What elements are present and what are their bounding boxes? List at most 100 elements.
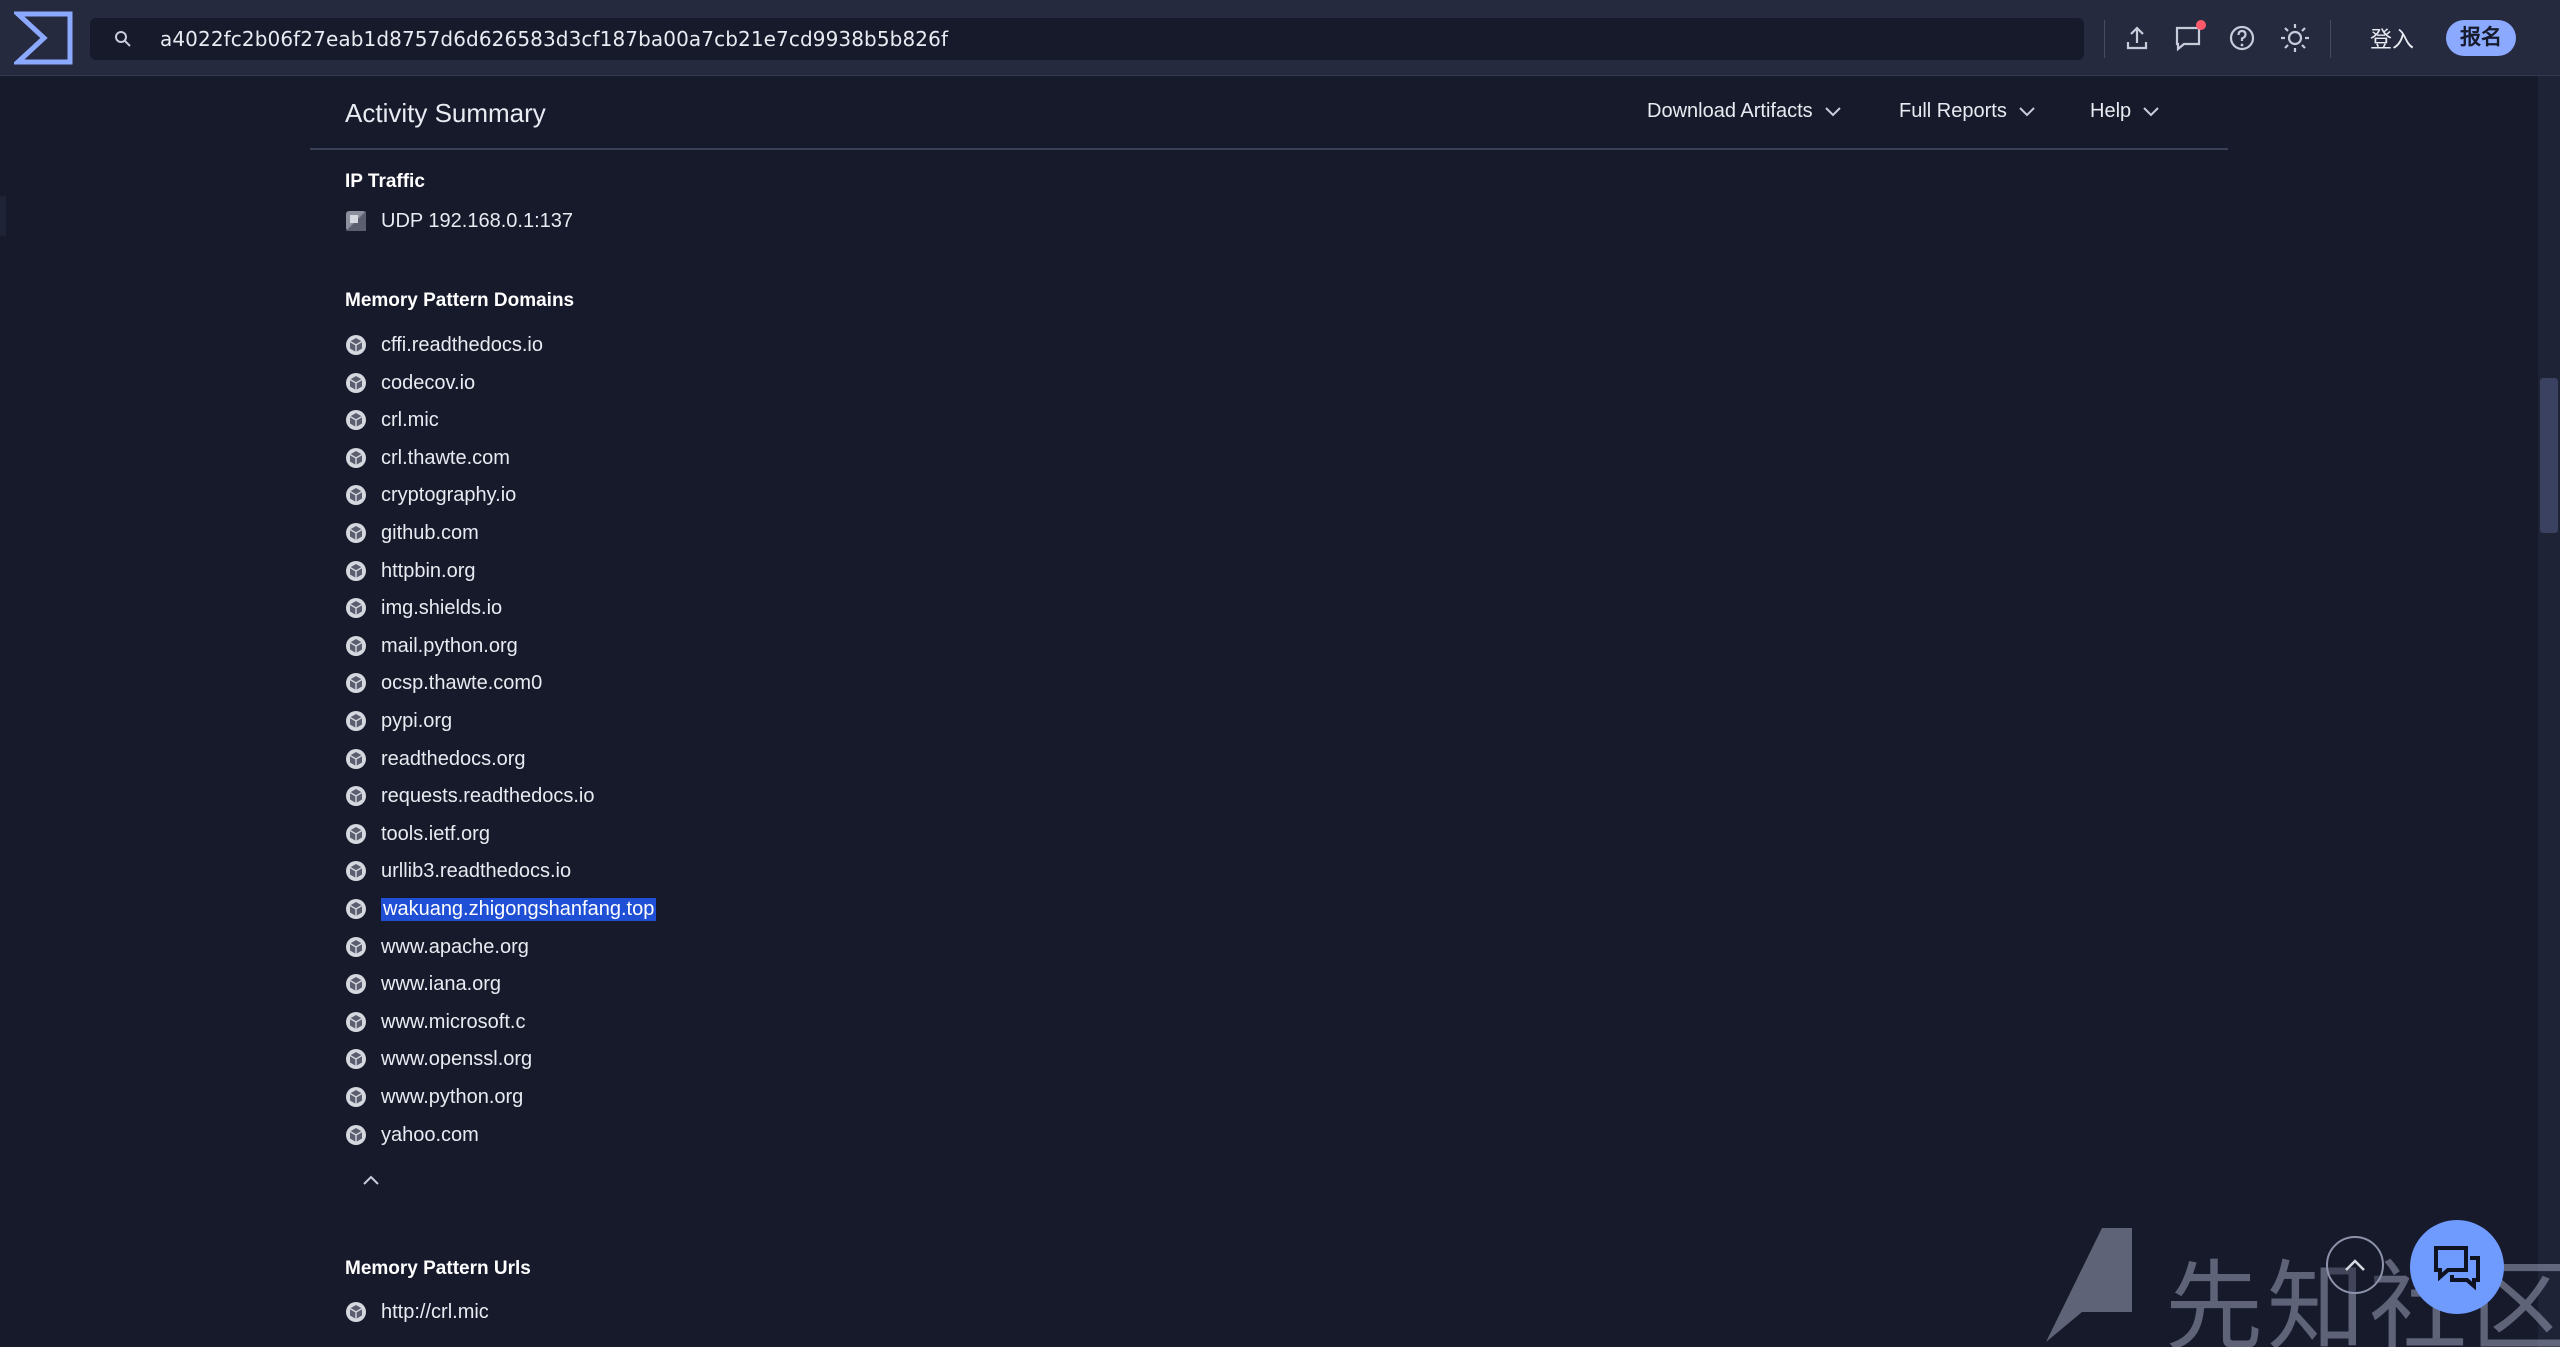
domain-icon: [345, 372, 367, 394]
domain-name: www.apache.org: [381, 935, 529, 958]
comment-icon[interactable]: [2172, 20, 2206, 54]
domain-icon: [345, 823, 367, 845]
domain-icon: [345, 710, 367, 732]
domain-list-item[interactable]: www.python.org: [345, 1082, 523, 1112]
signup-button[interactable]: 报名: [2446, 20, 2516, 56]
memory-pattern-urls-heading: Memory Pattern Urls: [345, 1258, 531, 1279]
domain-icon: [345, 635, 367, 657]
domain-name: www.python.org: [381, 1085, 524, 1108]
help-menu[interactable]: Help: [2090, 100, 2159, 123]
domain-list-item[interactable]: yahoo.com: [345, 1120, 479, 1150]
collapse-chevron-up-icon[interactable]: [362, 1174, 380, 1186]
domain-list-item[interactable]: httpbin.org: [345, 556, 476, 586]
chat-button[interactable]: [2410, 1220, 2504, 1314]
domain-icon: [345, 447, 367, 469]
domain-list-item[interactable]: readthedocs.org: [345, 744, 526, 774]
domain-icon: [345, 1011, 367, 1033]
full-reports-label: Full Reports: [1899, 100, 2007, 122]
url-value: http://crl.mic: [381, 1300, 489, 1323]
domain-name: ocsp.thawte.com0: [381, 671, 543, 694]
domain-icon: [345, 484, 367, 506]
domain-icon: [345, 785, 367, 807]
domain-list-item[interactable]: github.com: [345, 518, 479, 548]
chat-icon: [2434, 1246, 2480, 1291]
domain-name: codecov.io: [381, 371, 476, 394]
domain-icon: [345, 409, 367, 431]
domain-list-item[interactable]: img.shields.io: [345, 593, 502, 623]
page: a4022fc2b06f27eab1d8757d6d626583d3cf187b…: [0, 0, 2560, 1347]
toolbar-divider: [2330, 20, 2331, 58]
domain-name: wakuang.zhigongshanfang.top: [381, 897, 657, 921]
chevron-up-icon: [2345, 1259, 2365, 1271]
login-link[interactable]: 登入: [2370, 22, 2414, 54]
domain-icon: [345, 748, 367, 770]
help-label: Help: [2090, 100, 2132, 122]
list-item[interactable]: http://crl.mic: [345, 1297, 489, 1327]
domain-name: crl.mic: [381, 408, 439, 431]
domain-icon: [345, 560, 367, 582]
search-bar[interactable]: a4022fc2b06f27eab1d8757d6d626583d3cf187b…: [90, 18, 2084, 60]
domain-name: www.microsoft.c: [381, 1010, 526, 1033]
page-title: Activity Summary: [345, 98, 546, 128]
domain-list-item[interactable]: cffi.readthedocs.io: [345, 330, 543, 360]
ip-traffic-heading: IP Traffic: [345, 171, 425, 192]
domain-name: www.iana.org: [381, 972, 502, 995]
domain-name: yahoo.com: [381, 1123, 479, 1146]
domain-list-item[interactable]: www.microsoft.c: [345, 1007, 525, 1037]
left-edge-handle: [0, 196, 6, 236]
domain-name: crl.thawte.com: [381, 446, 510, 469]
scroll-to-top-button[interactable]: [2326, 1236, 2384, 1294]
domain-list-item[interactable]: urllib3.readthedocs.io: [345, 856, 571, 886]
domain-name: readthedocs.org: [381, 747, 526, 770]
domain-list-item[interactable]: crl.mic: [345, 405, 439, 435]
chevron-down-icon: [1824, 107, 1841, 117]
domain-name: cffi.readthedocs.io: [381, 333, 543, 356]
domain-list-item[interactable]: pypi.org: [345, 706, 452, 736]
top-bar: a4022fc2b06f27eab1d8757d6d626583d3cf187b…: [0, 0, 2560, 76]
scrollbar-thumb[interactable]: [2540, 378, 2558, 533]
domain-list-item[interactable]: requests.readthedocs.io: [345, 781, 594, 811]
domain-list-item[interactable]: codecov.io: [345, 368, 475, 398]
domain-name: requests.readthedocs.io: [381, 784, 595, 807]
upload-icon[interactable]: [2121, 22, 2153, 54]
domain-name: cryptography.io: [381, 483, 517, 506]
domain-name: github.com: [381, 521, 479, 544]
domain-icon: [345, 860, 367, 882]
domain-icon: [345, 1048, 367, 1070]
list-item[interactable]: UDP 192.168.0.1:137: [345, 206, 573, 236]
logo-icon[interactable]: [11, 10, 74, 66]
domain-name: img.shields.io: [381, 596, 503, 619]
help-icon[interactable]: [2226, 22, 2258, 54]
domain-icon: [345, 898, 367, 920]
domain-list-item[interactable]: ocsp.thawte.com0: [345, 668, 542, 698]
domain-list-item[interactable]: www.apache.org: [345, 932, 529, 962]
domain-name: urllib3.readthedocs.io: [381, 859, 572, 882]
domain-icon: [345, 1301, 367, 1323]
domain-icon: [345, 334, 367, 356]
scrollbar-track[interactable]: [2538, 76, 2560, 1347]
theme-sun-icon[interactable]: [2279, 22, 2311, 54]
search-icon: [114, 30, 132, 48]
download-artifacts-menu[interactable]: Download Artifacts: [1647, 100, 1841, 123]
domain-name: httpbin.org: [381, 559, 476, 582]
domain-icon: [345, 597, 367, 619]
domain-list-item[interactable]: mail.python.org: [345, 631, 518, 661]
search-input[interactable]: a4022fc2b06f27eab1d8757d6d626583d3cf187b…: [160, 27, 948, 51]
domain-icon: [345, 1124, 367, 1146]
domain-list-item[interactable]: tools.ietf.org: [345, 819, 490, 849]
domain-name: pypi.org: [381, 709, 453, 732]
domain-list-item[interactable]: cryptography.io: [345, 480, 516, 510]
ip-traffic-value: UDP 192.168.0.1:137: [381, 209, 574, 232]
notification-dot: [2196, 20, 2206, 30]
domain-name: mail.python.org: [381, 634, 518, 657]
chevron-down-icon: [2019, 107, 2035, 117]
domain-list-item[interactable]: wakuang.zhigongshanfang.top: [345, 894, 657, 924]
activity-summary-header: Activity Summary Download Artifacts Full…: [310, 76, 2228, 150]
domain-icon: [345, 672, 367, 694]
domain-list-item[interactable]: www.iana.org: [345, 969, 501, 999]
domain-list-item[interactable]: crl.thawte.com: [345, 443, 510, 473]
network-icon: [345, 210, 367, 232]
full-reports-menu[interactable]: Full Reports: [1899, 100, 2035, 123]
domain-name: tools.ietf.org: [381, 822, 490, 845]
domain-list-item[interactable]: www.openssl.org: [345, 1044, 532, 1074]
